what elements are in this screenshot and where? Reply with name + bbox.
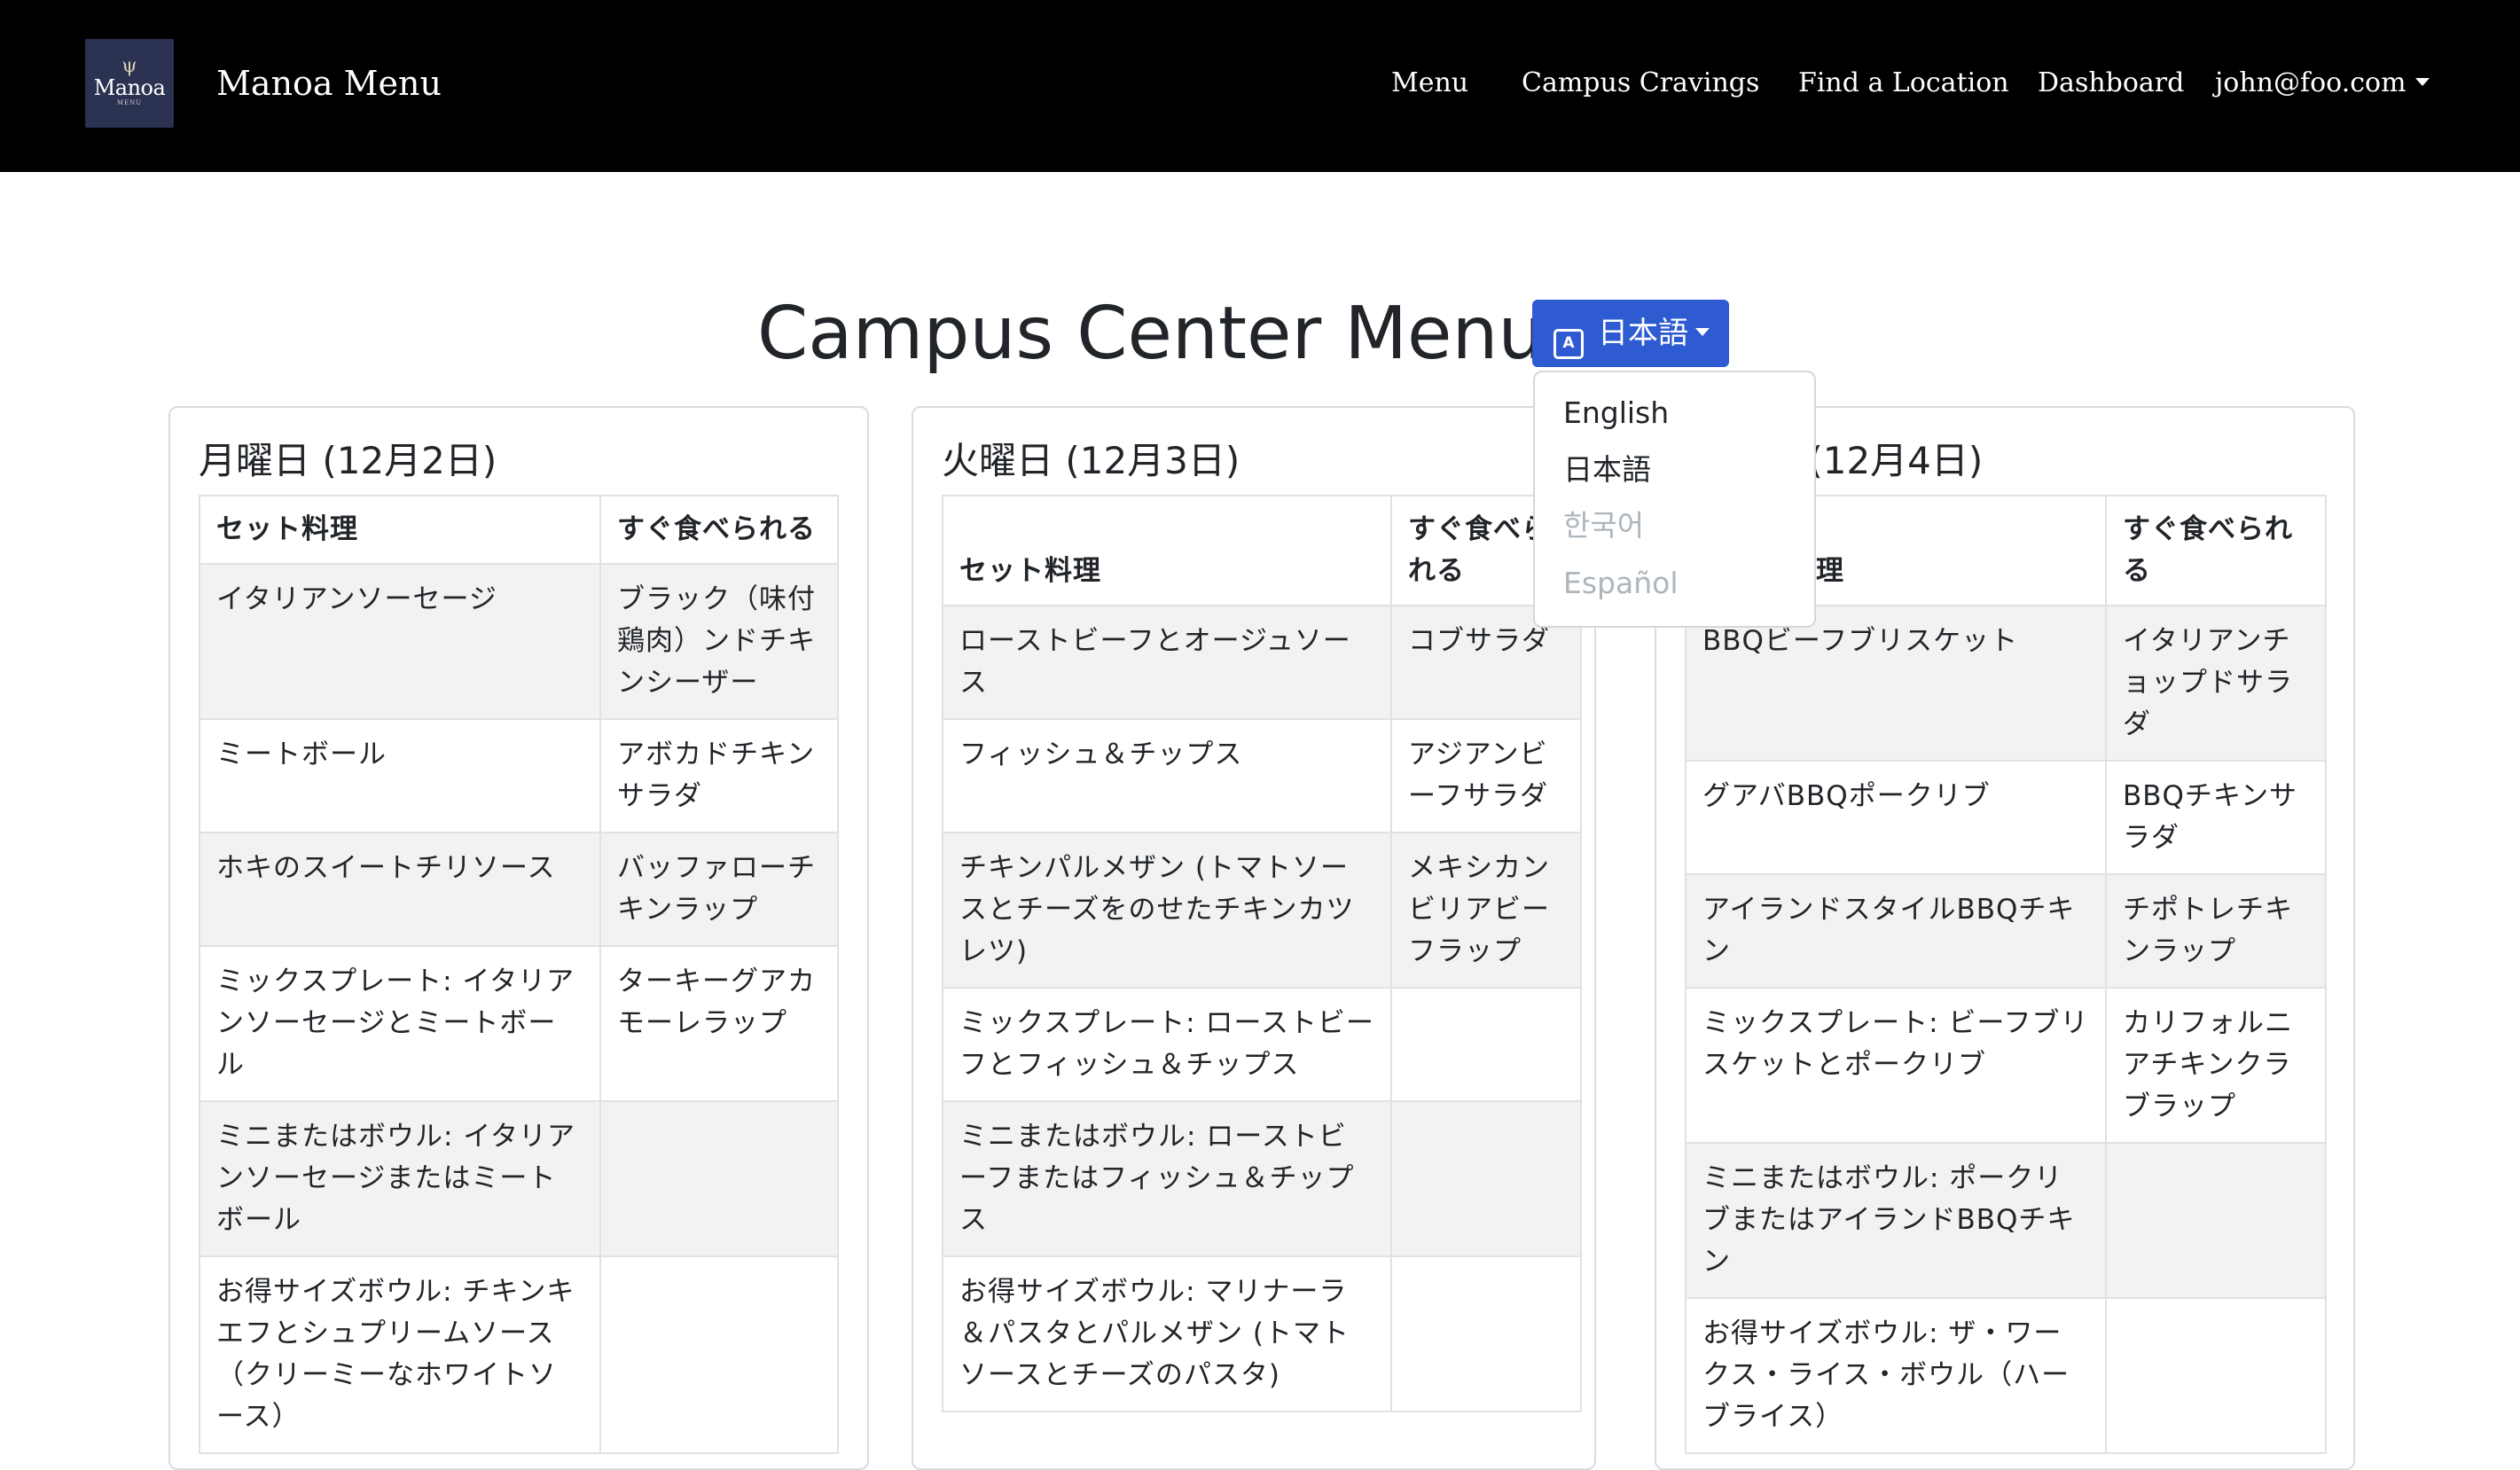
table-row: お得サイズボウル: ザ・ワークス・ライス・ボウル（ハーブライス） [1685,1297,2327,1454]
table-cell: メキシカンビリアビーフラップ [1390,832,1582,989]
table-row: お得サイズボウル: マリナーラ＆パスタとパルメザン (トマトソースとチーズのパス… [942,1255,1582,1412]
language-option-spanish: Español [1563,566,1679,600]
table-cell: カリフォルニアチキンクラブラップ [2105,987,2327,1144]
table-cell: アジアンビーフサラダ [1390,718,1582,833]
table-row: ミックスプレート: イタリアンソーセージとミートボール ターキーグアカモーレラップ [199,945,839,1102]
language-option-japanese[interactable]: 日本語 [1563,450,1651,489]
language-button-label: 日本語 [1598,316,1688,351]
nav-link-dashboard[interactable]: Dashboard [2038,64,2184,103]
table-cell: フィッシュ＆チップス [942,718,1392,833]
chevron-down-icon [2414,78,2430,86]
logo-leaf-icon: ψ [121,55,137,77]
table-row: お得サイズボウル: チキンキエフとシュプリームソース（クリーミーなホワイトソース… [199,1255,839,1454]
table-header-row: セット料理 すぐ食べられる [942,495,1582,606]
menu-table: セット料理 すぐ食べられる ローストビーフとオージュソース コブサラダ フィッシュ… [942,495,1582,1412]
table-cell: ターキーグアカモーレラップ [599,945,839,1102]
language-dropdown-button[interactable]: A 日本語 [1532,300,1729,367]
table-row: ミックスプレート: ビーフブリスケットとポークリブ カリフォルニアチキンクラブラッ… [1685,987,2327,1144]
table-cell: ミックスプレート: ビーフブリスケットとポークリブ [1685,987,2107,1144]
column-header-plate-lunch: セット料理 [199,495,601,565]
table-cell: ミニまたはボウル: ポークリブまたはアイランドBBQチキン [1685,1142,2107,1299]
table-row: フィッシュ＆チップス アジアンビーフサラダ [942,718,1582,833]
table-row: グアバBBQポークリブ BBQチキンサラダ [1685,760,2327,875]
column-header-plate-lunch: セット料理 [942,495,1392,606]
table-row: イタリアンソーセージ ブラック（味付鶏肉）ンドチキンシーザー [199,563,839,720]
table-cell: ブラック（味付鶏肉）ンドチキンシーザー [599,563,839,720]
table-row: ミニまたはボウル: ポークリブまたはアイランドBBQチキン [1685,1142,2327,1299]
day-title: 火曜日 (12月3日) [942,439,1240,482]
page-title: Campus Center Menu [757,292,1545,376]
table-cell: ミニまたはボウル: ローストビーフまたはフィッシュ＆チップス [942,1100,1392,1257]
table-row: ミートボール アボカドチキンサラダ [199,718,839,833]
table-row: アイランドスタイルBBQチキン チポトレチキンラップ [1685,873,2327,989]
table-cell: ミートボール [199,718,601,833]
column-header-grab-and-go: すぐ食べられる [599,495,839,565]
table-cell: ミックスプレート: ローストビーフとフィッシュ＆チップス [942,987,1392,1102]
table-row: ローストビーフとオージュソース コブサラダ [942,605,1582,720]
table-cell: チポトレチキンラップ [2105,873,2327,989]
translate-icon: A [1553,329,1584,359]
table-cell: イタリアンソーセージ [199,563,601,720]
table-header-row: セット料理 すぐ食べられる [199,495,839,565]
nav-link-find-location[interactable]: Find a Location [1798,64,2009,103]
table-cell [1390,1100,1582,1257]
table-row: ミニまたはボウル: イタリアンソーセージまたはミートボール [199,1100,839,1257]
brand-title[interactable]: Manoa Menu [216,60,442,106]
language-dropdown-menu: English 日本語 한국어 Español [1533,371,1816,628]
chevron-down-icon [1695,328,1710,336]
manoa-logo[interactable]: ψ Manoa MENU [85,39,174,128]
day-card-tuesday: 火曜日 (12月3日) セット料理 すぐ食べられる ローストビーフとオージュソー… [912,406,1596,1470]
table-row: ホキのスイートチリソース バッファローチキンラップ [199,832,839,947]
language-option-english[interactable]: English [1563,394,1669,433]
table-cell: お得サイズボウル: マリナーラ＆パスタとパルメザン (トマトソースとチーズのパス… [942,1255,1392,1412]
table-cell [2105,1142,2327,1299]
table-cell: アイランドスタイルBBQチキン [1685,873,2107,989]
table-cell [1390,987,1582,1102]
table-cell: アボカドチキンサラダ [599,718,839,833]
table-cell [599,1255,839,1454]
table-cell: ミックスプレート: イタリアンソーセージとミートボール [199,945,601,1102]
table-cell: BBQビーフブリスケット [1685,605,2107,762]
table-cell [599,1100,839,1257]
table-cell [1390,1255,1582,1412]
user-menu-toggle[interactable]: john@foo.com [2215,64,2430,103]
table-cell: ローストビーフとオージュソース [942,605,1392,720]
table-row: ミニまたはボウル: ローストビーフまたはフィッシュ＆チップス [942,1100,1582,1257]
language-option-korean: 한국어 [1563,508,1645,543]
table-row: ミックスプレート: ローストビーフとフィッシュ＆チップス [942,987,1582,1102]
table-cell: バッファローチキンラップ [599,832,839,947]
day-card-monday: 月曜日 (12月2日) セット料理 すぐ食べられる イタリアンソーセージ ブラック… [168,406,869,1470]
column-header-grab-and-go: すぐ食べられる [2105,495,2327,606]
navbar: ψ Manoa MENU Manoa Menu Menu Campus Crav… [0,0,2520,172]
user-email: john@foo.com [2215,67,2407,98]
table-row: チキンパルメザン (トマトソースとチーズをのせたチキンカツレツ) メキシカンビリア… [942,832,1582,989]
table-cell: お得サイズボウル: ザ・ワークス・ライス・ボウル（ハーブライス） [1685,1297,2107,1454]
table-cell: ホキのスイートチリソース [199,832,601,947]
table-cell: イタリアンチョップドサラダ [2105,605,2327,762]
table-cell: BBQチキンサラダ [2105,760,2327,875]
table-cell [2105,1297,2327,1454]
nav-link-menu[interactable]: Menu [1391,64,1468,103]
table-cell: ミニまたはボウル: イタリアンソーセージまたはミートボール [199,1100,601,1257]
table-cell: グアバBBQポークリブ [1685,760,2107,875]
menu-table: セット料理 すぐ食べられる BBQビーフブリスケットイタリアンチョップドサラダ … [1685,495,2327,1454]
nav-link-campus-cravings[interactable]: Campus Cravings [1522,64,1759,103]
table-cell: チキンパルメザン (トマトソースとチーズをのせたチキンカツレツ) [942,832,1392,989]
menu-table: セット料理 すぐ食べられる イタリアンソーセージ ブラック（味付鶏肉）ンドチキンシ… [199,495,839,1454]
table-row: BBQビーフブリスケット イタリアンチョップドサラダ [1685,605,2327,762]
table-cell: お得サイズボウル: チキンキエフとシュプリームソース（クリーミーなホワイトソース… [199,1255,601,1454]
day-title: 月曜日 (12月2日) [199,439,497,482]
